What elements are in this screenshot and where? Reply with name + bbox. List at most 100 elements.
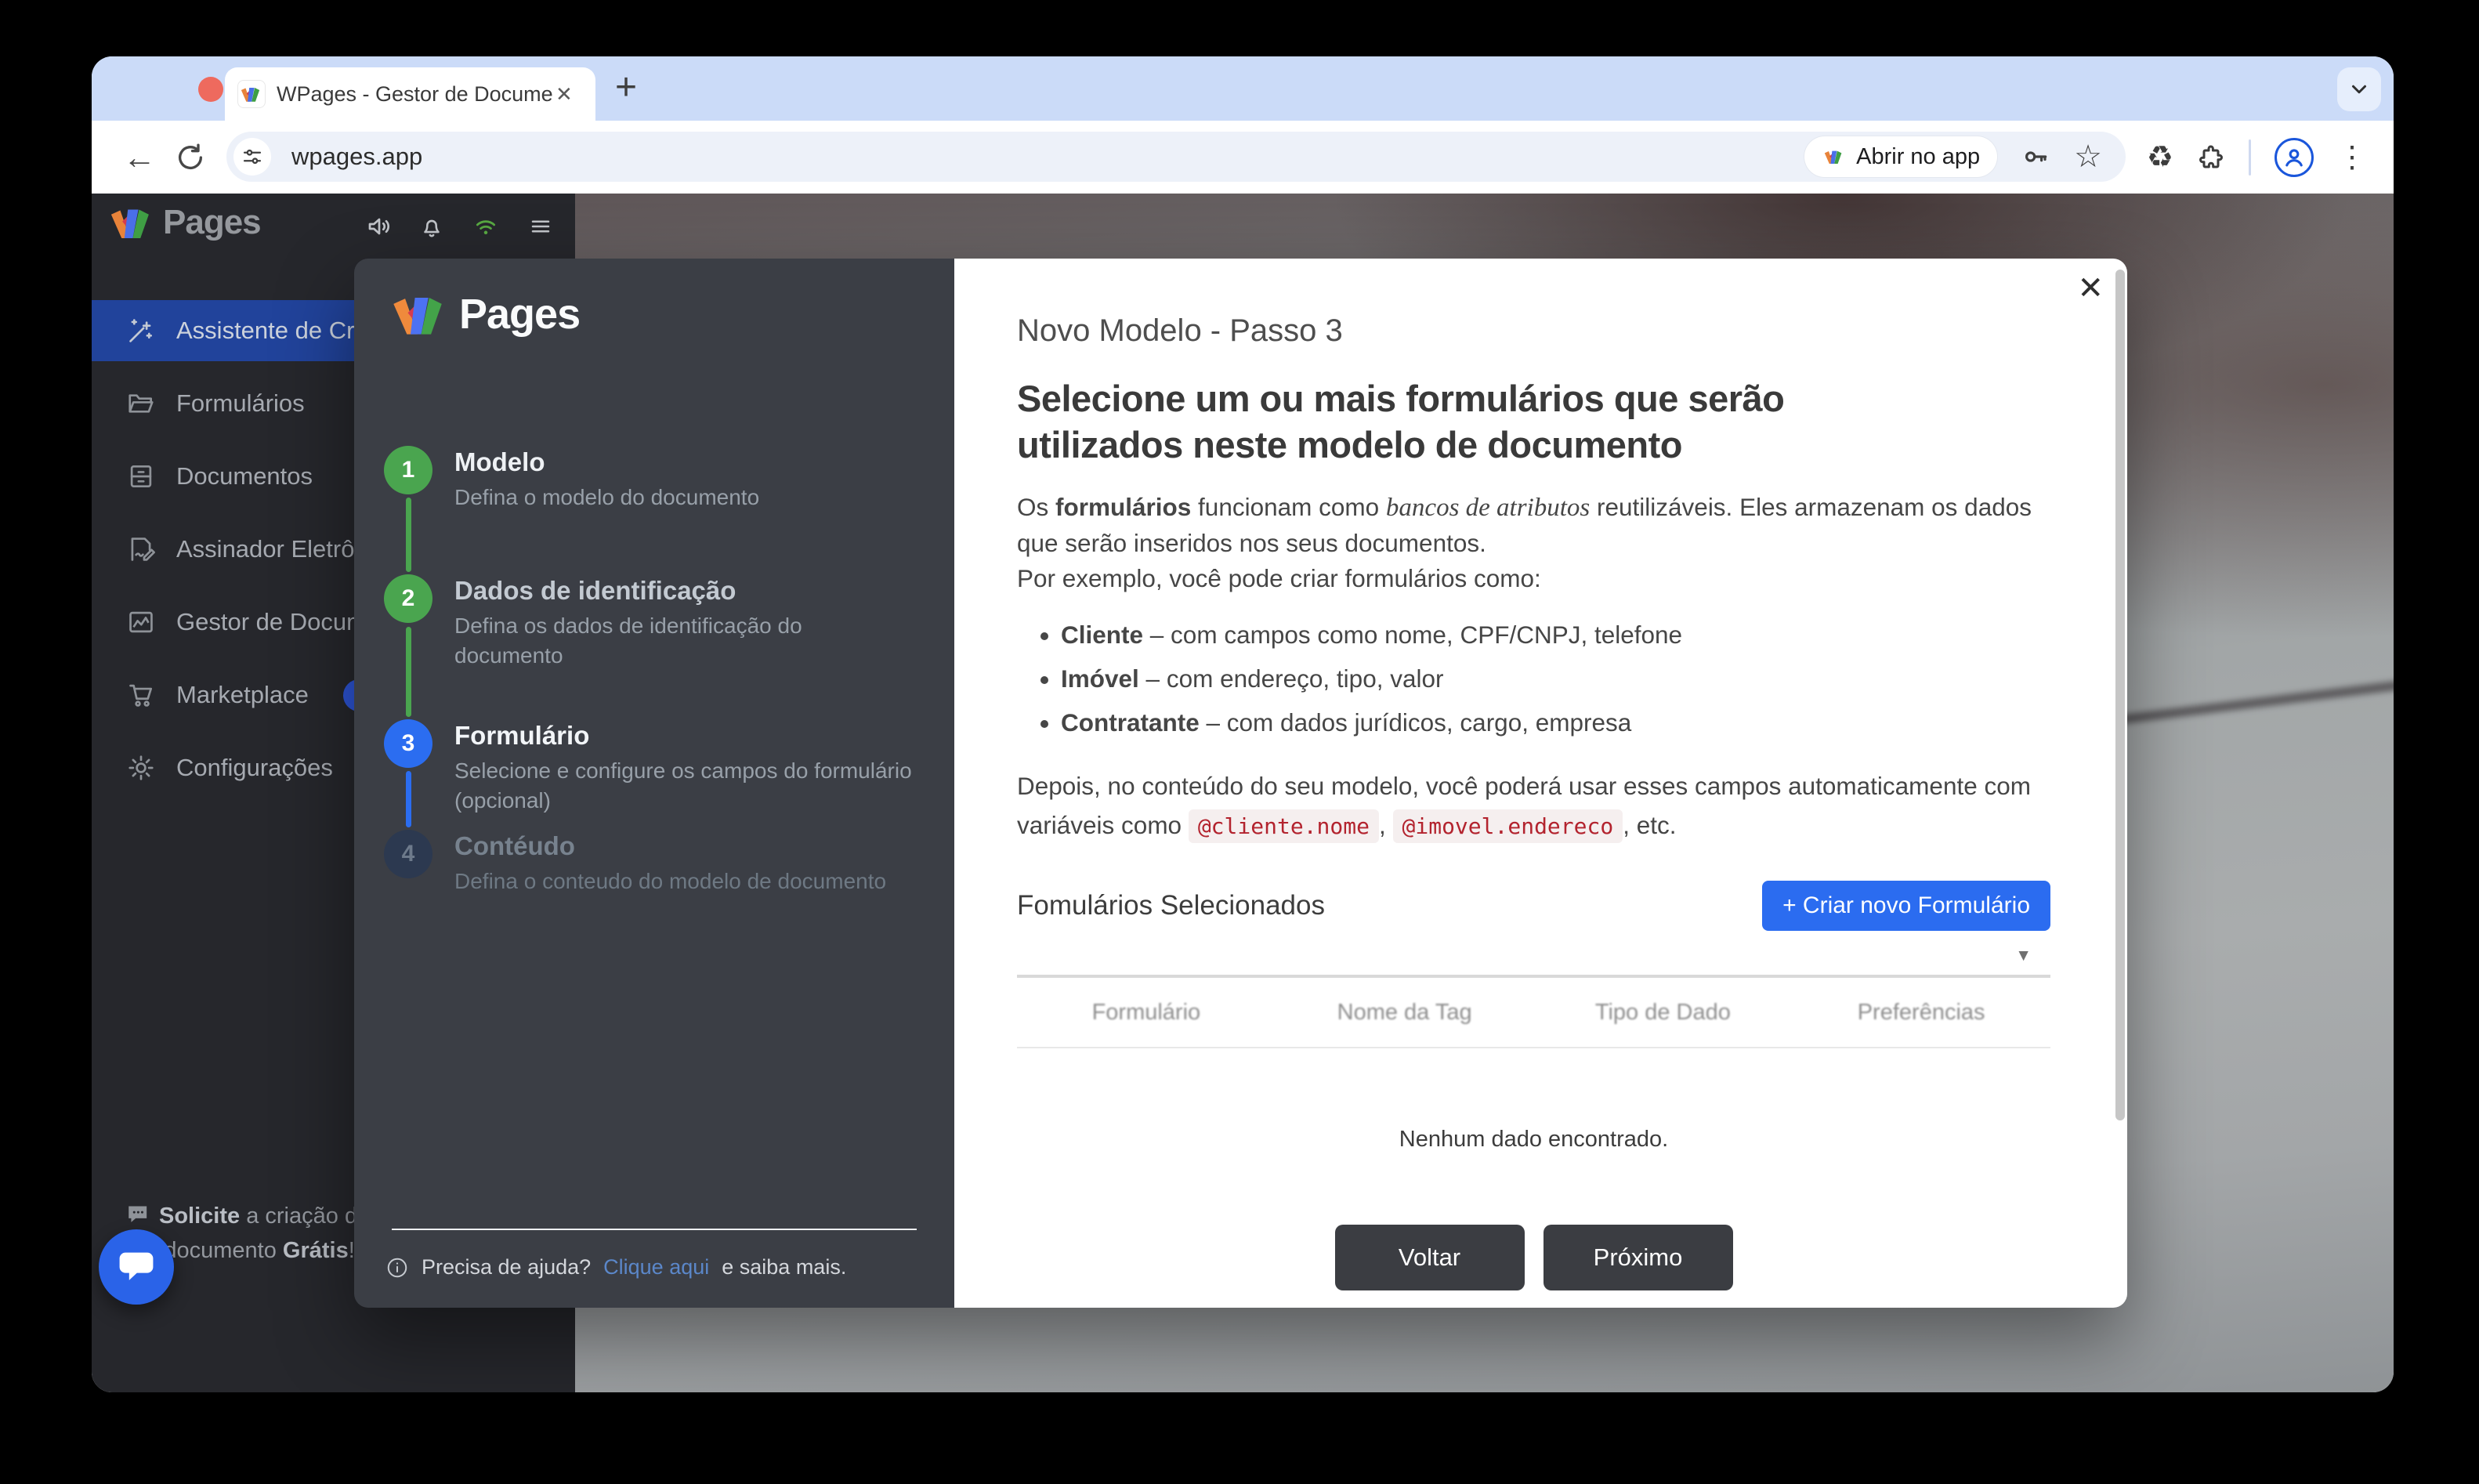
table-header: Formulário (1091, 999, 1201, 1025)
livechat-launcher-button[interactable] (99, 1229, 174, 1305)
recycle-extension-icon[interactable]: ♻ (2147, 139, 2173, 175)
modal-content-panel: ✕ Novo Modelo - Passo 3 Selecione um ou … (954, 259, 2127, 1308)
sidebar-item-label: Marketplace (176, 681, 309, 708)
app-logo-text: Pages (163, 203, 262, 241)
selected-forms-section: Fomulários Selecionados + Criar novo For… (1017, 881, 2050, 931)
browser-toolbar: ← wpages.app Abrir no app ☆ ♻ ⋮ (92, 121, 2394, 194)
caret-down-icon[interactable]: ▼ (2015, 947, 2032, 965)
open-in-app-label: Abrir no app (1856, 143, 1981, 169)
variable-chip: @imovel.endereco (1392, 809, 1623, 843)
open-in-app-button[interactable]: Abrir no app (1804, 136, 1998, 177)
livechat-icon (119, 1252, 154, 1280)
intro-text: funcionam como (1191, 493, 1386, 521)
modal-logo-text: Pages (459, 291, 581, 338)
speaker-icon[interactable] (365, 212, 393, 241)
step-number-badge: 1 (384, 446, 432, 494)
chat-bubble-icon (126, 1204, 151, 1226)
sidebar-item-label: Formulários (176, 389, 305, 417)
chart-icon (126, 607, 156, 637)
bell-icon[interactable] (418, 213, 445, 240)
password-key-icon[interactable] (2021, 142, 2050, 172)
site-settings-tune-icon[interactable] (233, 138, 271, 176)
step-title: Formulário (454, 721, 590, 750)
cart-icon (126, 680, 156, 710)
drawer-divider (392, 1229, 917, 1230)
modal-title: Novo Modelo - Passo 3 (1017, 313, 1343, 348)
modal-logo: Pages (392, 290, 581, 338)
step-number-badge: 4 (384, 830, 432, 878)
menu-hamburger-icon[interactable] (527, 215, 555, 238)
list-item: Contratante – com dados jurídicos, cargo… (1061, 704, 2050, 741)
page-content: Pages Assistente de Criação Formulários … (92, 194, 2394, 1392)
wpages-logo-mark (393, 297, 442, 335)
reload-icon[interactable] (175, 121, 206, 194)
form-select-input[interactable]: ▼ (1017, 937, 2050, 978)
step-title: Modelo (454, 447, 545, 476)
gear-icon (126, 753, 156, 783)
bullet-name: Cliente (1061, 621, 1144, 649)
modal-stepper-drawer: Pages 1 Modelo Defina o modelo do docume… (354, 259, 954, 1308)
url-text[interactable]: wpages.app (291, 143, 422, 171)
outro-text: , etc. (1623, 811, 1677, 839)
intro-italic: bancos de atributos (1385, 494, 1591, 522)
table-header-row: Formulário Nome da Tag Tipo de Dado Pref… (1017, 978, 2050, 1048)
wpages-favicon (237, 80, 266, 108)
step-title: Contéudo (454, 831, 575, 860)
info-icon (385, 1256, 409, 1279)
sidebar-item-label: Configurações (176, 754, 333, 781)
tab-close-icon[interactable]: ✕ (556, 82, 573, 107)
table-header: Preferências (1857, 999, 1985, 1025)
extensions-puzzle-icon[interactable] (2197, 143, 2225, 172)
modal-scrollbar[interactable] (2115, 270, 2125, 1120)
table-header: Tipo de Dado (1594, 999, 1731, 1025)
step-3-formulario[interactable]: 3 Formulário Selecione e configure os ca… (384, 719, 926, 816)
new-tab-button[interactable]: + (615, 66, 637, 109)
bullet-rest: – com campos como nome, CPF/CNPJ, telefo… (1143, 621, 1683, 649)
variable-chip: @cliente.nome (1188, 809, 1379, 843)
create-form-button[interactable]: + Criar novo Formulário (1762, 881, 2050, 931)
bookmark-star-icon[interactable]: ☆ (2074, 139, 2102, 175)
promo-bold: Solicite (159, 1203, 241, 1229)
wand-icon (126, 316, 156, 346)
step-desc: Defina o modelo do documento (454, 485, 760, 509)
signature-icon (126, 534, 156, 564)
browser-window: WPages - Gestor de Documentos ✕ + ← (92, 56, 2394, 1392)
url-bar[interactable]: wpages.app Abrir no app ☆ (226, 132, 2126, 182)
wifi-icon[interactable] (470, 213, 501, 240)
modal-heading: Selecione um ou mais formulários que ser… (1017, 378, 1785, 465)
browser-tab[interactable]: WPages - Gestor de Documentos ✕ (225, 67, 595, 121)
voltar-button[interactable]: Voltar (1334, 1225, 1525, 1290)
intro-text: Os (1017, 493, 1056, 521)
modal-actions: Voltar Próximo (1017, 1225, 2050, 1290)
sidebar-header: Pages (92, 194, 575, 259)
form-examples-list: Cliente – com campos como nome, CPF/CNPJ… (1017, 617, 2050, 741)
step-desc: Defina o conteudo do modelo de documento (454, 869, 887, 893)
traffic-light-close[interactable] (198, 77, 223, 102)
more-vert-icon[interactable]: ⋮ (2337, 139, 2367, 175)
table-header: Nome da Tag (1337, 999, 1472, 1025)
intro-example-line: Por exemplo, você pode criar formulários… (1017, 564, 1541, 592)
proximo-button[interactable]: Próximo (1543, 1225, 1733, 1290)
intro-paragraph: Os formulários funcionam como bancos de … (1017, 490, 2050, 596)
wpages-favicon (1822, 144, 1847, 169)
step-2-dados[interactable]: 2 Dados de identificação Defina os dados… (384, 574, 926, 671)
step-4-conteudo[interactable]: 4 Contéudo Defina o conteudo do modelo d… (384, 830, 926, 896)
list-item: Imóvel – com endereço, tipo, valor (1061, 661, 2050, 697)
profile-avatar[interactable] (2275, 137, 2314, 177)
selected-forms-label: Fomulários Selecionados (1017, 890, 1325, 921)
sidebar-item-label: Documentos (176, 462, 313, 490)
toolbar-right-cluster: ♻ ⋮ (2147, 121, 2367, 194)
folder-icon (126, 389, 156, 418)
empty-state-text: Nenhum dado encontrado. (1399, 1127, 1669, 1152)
app-logo[interactable]: Pages (110, 203, 262, 242)
screen: WPages - Gestor de Documentos ✕ + ← (0, 0, 2479, 1484)
tab-title: WPages - Gestor de Documentos (277, 81, 552, 106)
help-link[interactable]: Clique aqui (603, 1255, 709, 1279)
step-number-badge: 2 (384, 574, 432, 623)
bullet-rest: – com endereço, tipo, valor (1138, 664, 1444, 693)
step-1-modelo[interactable]: 1 Modelo Defina o modelo do documento (384, 446, 926, 512)
back-icon[interactable]: ← (123, 121, 156, 194)
tab-strip: WPages - Gestor de Documentos ✕ + (92, 56, 2394, 121)
new-model-modal: Pages 1 Modelo Defina o modelo do docume… (354, 259, 2127, 1308)
tab-search-chevron-icon[interactable] (2337, 67, 2381, 111)
